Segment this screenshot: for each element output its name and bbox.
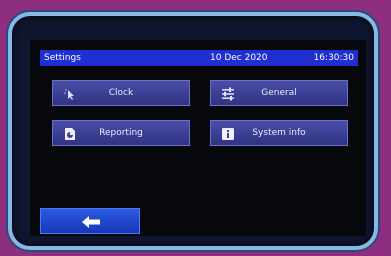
system-info-button[interactable]: System info [210,120,348,146]
back-arrow-icon [82,216,100,228]
reporting-button[interactable]: Reporting [52,120,190,146]
general-button-label: General [261,88,297,98]
settings-screen: Settings 10 Dec 2020 16:30:30 Clock Gene… [30,40,366,236]
page-title: Settings [44,53,81,63]
general-button[interactable]: General [210,80,348,106]
back-button[interactable] [40,208,140,234]
clock-button-label: Clock [108,88,134,98]
system-info-button-label: System info [252,128,306,138]
reporting-button-label: Reporting [99,128,143,138]
date-display: 10 Dec 2020 [210,53,268,63]
clock-button[interactable]: Clock [52,80,190,106]
time-display: 16:30:30 [313,53,354,63]
title-bar: Settings 10 Dec 2020 16:30:30 [40,50,358,66]
